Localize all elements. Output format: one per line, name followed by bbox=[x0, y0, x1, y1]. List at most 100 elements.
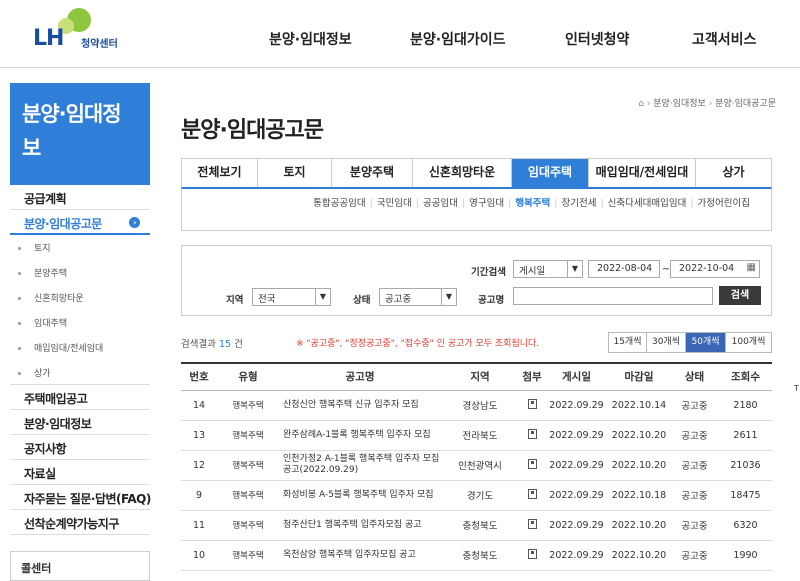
tab-item[interactable]: 매입임대/전세임대 bbox=[589, 159, 696, 187]
separator: | bbox=[690, 198, 694, 209]
home-icon[interactable]: ⌂ bbox=[638, 99, 644, 109]
cell-title[interactable]: 옥천삼양 행복주택 입주자모집 공고 bbox=[279, 540, 441, 571]
page-size-option[interactable]: 15개씩 bbox=[609, 333, 647, 352]
result-notice: ※ "공고중", "정정공고중", "접수중" 인 공고가 모두 조회됩니다. bbox=[296, 339, 540, 349]
page-size-option[interactable]: 50개씩 bbox=[686, 333, 726, 352]
notice-name-input[interactable] bbox=[513, 287, 713, 305]
logo-sub: 청약센터 bbox=[81, 39, 118, 50]
sidebar-item[interactable]: 자료실 bbox=[10, 460, 150, 485]
search-button[interactable]: 검색 bbox=[719, 286, 761, 305]
breadcrumb-item[interactable]: 분양·임대공고문 bbox=[715, 99, 776, 109]
cell-title[interactable]: 인천가정2 A-1블록 행복주택 입주자 모집공고(2022.09.29) bbox=[279, 450, 441, 481]
sidebar-subitem[interactable]: 토지 bbox=[10, 235, 150, 260]
cell-views: 2180 bbox=[719, 390, 772, 421]
subtab-item[interactable]: 장기전세 bbox=[562, 198, 597, 209]
table-row[interactable]: 12 행복주택 인천가정2 A-1블록 행복주택 입주자 모집공고(2022.09.… bbox=[181, 450, 772, 481]
subtab-item[interactable]: 가정어린이집 bbox=[698, 198, 750, 209]
subtab-item[interactable]: 영구임대 bbox=[469, 198, 504, 209]
sidebar-item[interactable]: 분양·임대공고문 › bbox=[10, 210, 150, 235]
cell-title[interactable]: 완주삼례A-1블록 행복주택 입주자 모집 bbox=[279, 420, 441, 451]
separator: | bbox=[461, 198, 466, 209]
table-row[interactable]: 13 행복주택 완주삼례A-1블록 행복주택 입주자 모집 전라북도 2022.09.2… bbox=[181, 420, 772, 451]
cell-posted: 2022.09.29 bbox=[545, 480, 608, 511]
cell-deadline: 2022.10.14 bbox=[608, 390, 670, 421]
subtab-item[interactable]: 행복주택 bbox=[515, 198, 550, 209]
sidebar-subitem[interactable]: 상가 bbox=[10, 360, 150, 385]
lh-logo[interactable]: LH 청약센터 bbox=[33, 6, 143, 52]
tab-item[interactable]: 임대주택 bbox=[512, 159, 589, 187]
chevron-right-icon: › bbox=[129, 217, 140, 228]
sidebar-subitem[interactable]: 임대주택 bbox=[10, 310, 150, 335]
sidebar-subitem[interactable]: 신혼희망타운 bbox=[10, 285, 150, 310]
region-select[interactable]: 전국 ▼ bbox=[252, 288, 331, 306]
attachment-icon[interactable] bbox=[527, 488, 537, 499]
gnb-sale-rental-guide[interactable]: 분양·임대가이드 bbox=[410, 29, 505, 49]
sidebar-item[interactable]: 선착순계약가능지구 bbox=[10, 510, 150, 535]
table-row[interactable]: 14 행복주택 산청신안 행복주택 신규 입주자 모집 경상남도 2022.09.29 2… bbox=[181, 390, 772, 421]
column-header: 지역 bbox=[441, 362, 519, 391]
breadcrumb-item[interactable]: 분양·임대정보 bbox=[653, 99, 706, 109]
cell-attachment bbox=[519, 390, 545, 421]
sidebar-menu: 공급계획 분양·임대공고문 › 토지 분양주택 신혼희망타운 임대주택 매입임대/전세임대 상가… bbox=[10, 185, 151, 535]
tab-item[interactable]: 전체보기 bbox=[182, 159, 258, 187]
calendar-icon[interactable]: ▦ bbox=[747, 262, 756, 273]
subcategory-tabs: 통합공공임대 | 국민임대 | 공공임대 | 영구임대 | 행복주택 | 장기전세 | 신축다세대매입임… bbox=[181, 187, 772, 231]
attachment-icon[interactable] bbox=[527, 518, 537, 529]
date-to-input[interactable]: 2022-10-04 ▦ bbox=[670, 260, 760, 278]
gnb-sale-rental-info[interactable]: 분양·임대정보 bbox=[269, 29, 352, 49]
cell-region: 인천광역시 bbox=[441, 450, 519, 481]
cell-type: 행복주택 bbox=[217, 480, 279, 511]
table-body: 14 행복주택 산청신안 행복주택 신규 입주자 모집 경상남도 2022.09.29 2… bbox=[181, 390, 772, 571]
subtab-item[interactable]: 신축다세대매입임대 bbox=[608, 198, 687, 209]
cell-type: 행복주택 bbox=[217, 510, 279, 541]
period-type-select[interactable]: 게시일 ▼ bbox=[513, 260, 583, 278]
gnb-customer-service[interactable]: 고객서비스 bbox=[692, 29, 756, 49]
cell-type: 행복주택 bbox=[217, 450, 279, 481]
table-row[interactable]: 9 행복주택 화성비봉 A-5블록 행복주택 입주자 모집 경기도 2022.09.29… bbox=[181, 480, 772, 511]
cell-region: 경기도 bbox=[441, 480, 519, 511]
tab-item[interactable]: 신혼희망타운 bbox=[413, 159, 512, 187]
separator: | bbox=[600, 198, 604, 209]
subtab-item[interactable]: 통합공공임대 bbox=[313, 198, 365, 209]
attachment-icon[interactable] bbox=[527, 458, 537, 469]
attachment-icon[interactable] bbox=[527, 398, 537, 409]
tab-item[interactable]: 토지 bbox=[258, 159, 332, 187]
cell-attachment bbox=[519, 480, 545, 511]
sidebar-item[interactable]: 자주묻는 질문·답변(FAQ) bbox=[10, 485, 151, 510]
cell-deadline: 2022.10.20 bbox=[608, 420, 670, 451]
attachment-icon[interactable] bbox=[527, 548, 537, 559]
status-select[interactable]: 공고중 ▼ bbox=[379, 288, 457, 306]
sidebar-item[interactable]: 주택매입공고 bbox=[10, 385, 150, 410]
column-header: 마감일 bbox=[608, 362, 670, 391]
table-row[interactable]: 11 행복주택 청주산단1 행복주택 입주자모집 공고 충청북도 2022.09.29 2… bbox=[181, 510, 772, 541]
page-size-option[interactable]: 100개씩 bbox=[726, 333, 771, 352]
subtab-item[interactable]: 공공임대 bbox=[423, 198, 458, 209]
cell-region: 전라북도 bbox=[441, 420, 519, 451]
page-size-option[interactable]: 30개씩 bbox=[647, 333, 686, 352]
tab-item[interactable]: 상가 bbox=[696, 159, 771, 187]
cell-title[interactable]: 화성비봉 A-5블록 행복주택 입주자 모집 bbox=[279, 480, 441, 511]
subtab-item[interactable]: 국민임대 bbox=[377, 198, 412, 209]
gnb-internet-subscription[interactable]: 인터넷청약 bbox=[565, 29, 629, 49]
sidebar-item[interactable]: 공급계획 bbox=[10, 185, 150, 210]
cell-views: 2611 bbox=[719, 420, 772, 451]
date-from-input[interactable]: 2022-08-04 bbox=[588, 260, 660, 278]
name-label: 공고명 bbox=[478, 295, 505, 306]
period-label: 기간검색 bbox=[471, 267, 506, 278]
cell-title[interactable]: 산청신안 행복주택 신규 입주자 모집 bbox=[279, 390, 441, 421]
sidebar-item[interactable]: 공지사항 bbox=[10, 435, 150, 460]
call-center-box[interactable]: 콜센터 bbox=[10, 551, 150, 581]
chevron-down-icon: ▼ bbox=[567, 261, 582, 277]
status-label: 상태 bbox=[353, 295, 371, 306]
cell-views: 21036 bbox=[719, 450, 772, 481]
cell-status: 공고중 bbox=[670, 390, 719, 421]
tab-item[interactable]: 분양주택 bbox=[332, 159, 413, 187]
table-row[interactable]: 10 행복주택 옥천삼양 행복주택 입주자모집 공고 충청북도 2022.09.29 20… bbox=[181, 540, 772, 571]
sidebar-item[interactable]: 분양·임대정보 bbox=[10, 410, 150, 435]
attachment-icon[interactable] bbox=[527, 428, 537, 439]
sidebar-subitem[interactable]: 매입임대/전세임대 bbox=[10, 335, 150, 360]
cell-status: 공고중 bbox=[670, 420, 719, 451]
column-header: 유형 bbox=[217, 362, 279, 391]
cell-title[interactable]: 청주산단1 행복주택 입주자모집 공고 bbox=[279, 510, 441, 541]
sidebar-subitem[interactable]: 분양주택 bbox=[10, 260, 150, 285]
